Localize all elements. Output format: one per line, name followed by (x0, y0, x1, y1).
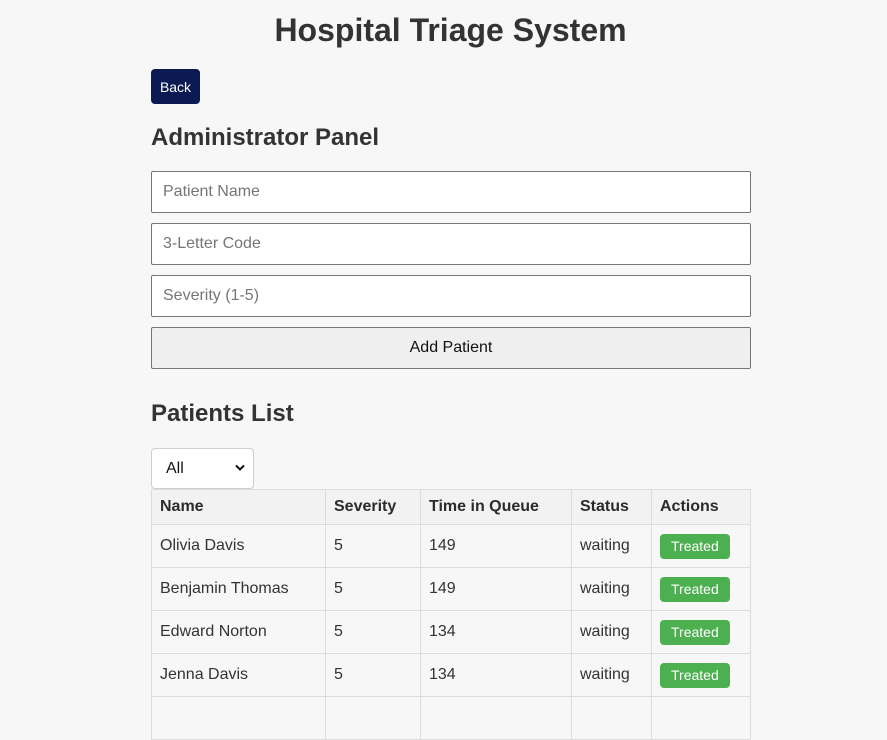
severity-cell: 5 (325, 653, 421, 697)
column-header-status: Status (571, 489, 652, 525)
patient-name-input[interactable] (151, 171, 751, 213)
status-filter-select[interactable]: All (151, 448, 254, 489)
actions-cell: Treated (651, 567, 751, 611)
patients-table: Name Severity Time in Queue Status Actio… (151, 489, 751, 740)
patients-list-title: Patients List (151, 400, 294, 427)
back-button[interactable]: Back (151, 69, 200, 104)
patient-name-cell: Olivia Davis (151, 524, 326, 568)
admin-panel-title: Administrator Panel (151, 124, 380, 151)
actions-cell: Treated (651, 524, 751, 568)
treated-button[interactable]: Treated (660, 619, 730, 645)
column-header-time: Time in Queue (420, 489, 572, 525)
treated-button[interactable]: Treated (660, 533, 730, 559)
time-in-queue-cell: 134 (420, 653, 572, 697)
severity-cell: 5 (325, 567, 421, 611)
severity-input[interactable] (151, 275, 751, 317)
time-in-queue-cell: 134 (420, 610, 572, 654)
status-cell: waiting (571, 610, 652, 654)
actions-cell: Treated (651, 653, 751, 697)
time-in-queue-cell: 149 (420, 567, 572, 611)
patient-name-cell: Edward Norton (151, 610, 326, 654)
column-header-actions: Actions (651, 489, 751, 525)
main-container: Back Administrator Panel Add Patient Pat… (151, 69, 751, 740)
status-cell: waiting (571, 653, 652, 697)
treated-button[interactable]: Treated (660, 662, 730, 688)
page-title: Hospital Triage System (274, 12, 627, 48)
patient-name-cell: Jenna Davis (151, 653, 326, 697)
filter-selected-value: All (166, 460, 184, 477)
status-cell: waiting (571, 524, 652, 568)
table-row: Benjamin Thomas 5 149 waiting Treated (151, 567, 751, 611)
status-cell: waiting (571, 567, 652, 611)
severity-cell: 5 (325, 610, 421, 654)
patient-name-cell: Benjamin Thomas (151, 567, 326, 611)
chevron-down-icon (235, 464, 245, 471)
severity-cell: 5 (325, 524, 421, 568)
column-header-name: Name (151, 489, 326, 525)
treated-button[interactable]: Treated (660, 576, 730, 602)
column-header-severity: Severity (325, 489, 421, 525)
table-row: Jenna Davis 5 134 waiting Treated (151, 653, 751, 697)
time-in-queue-cell: 149 (420, 524, 572, 568)
code-input[interactable] (151, 223, 751, 265)
actions-cell: Treated (651, 610, 751, 654)
add-patient-button[interactable]: Add Patient (151, 327, 751, 369)
table-row: Olivia Davis 5 149 waiting Treated (151, 524, 751, 568)
table-row: Edward Norton 5 134 waiting Treated (151, 610, 751, 654)
table-header-row: Name Severity Time in Queue Status Actio… (151, 489, 751, 525)
